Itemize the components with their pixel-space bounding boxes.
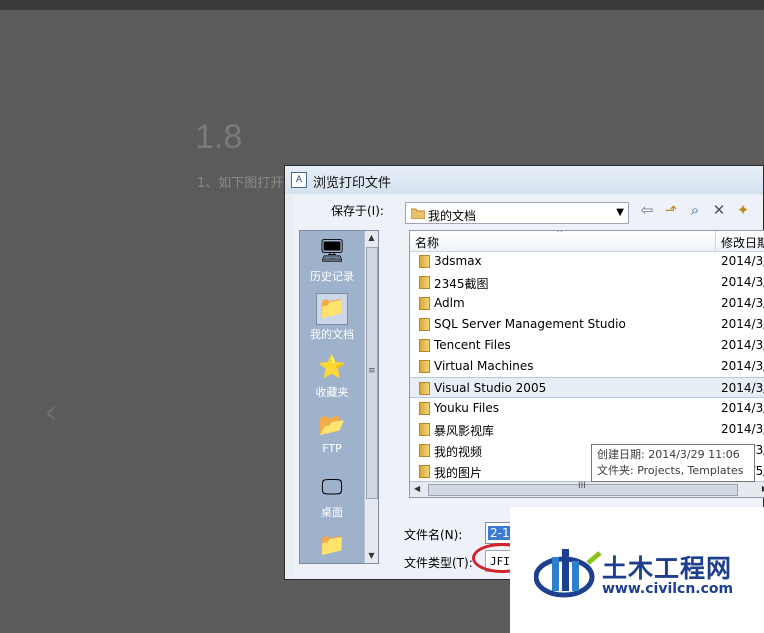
scroll-up-icon[interactable]: ▲ bbox=[365, 231, 378, 245]
place-favorites[interactable]: ⭐ 收藏夹 bbox=[300, 353, 364, 400]
folder-icon bbox=[419, 444, 430, 457]
place-label: FTP bbox=[322, 442, 342, 455]
file-date: 2014/3/3 bbox=[721, 275, 764, 289]
folder-icon bbox=[419, 276, 430, 289]
file-row[interactable]: Visual Studio 2005 2014/3/2 bbox=[410, 377, 764, 398]
place-my-documents[interactable]: 📁 我的文档 bbox=[300, 293, 364, 342]
folder-icon bbox=[419, 360, 430, 373]
new-folder-icon[interactable]: ✦ bbox=[733, 200, 753, 220]
file-date: 2014/3/2 bbox=[721, 381, 764, 395]
dialog-titlebar[interactable]: A 浏览打印文件 bbox=[285, 166, 763, 194]
scrollbar-grip: ≡ bbox=[368, 366, 376, 376]
file-date: 2014/3/2 bbox=[721, 317, 764, 331]
file-row[interactable]: Adlm 2014/3/2 bbox=[410, 293, 764, 314]
sort-caret-icon: ^ bbox=[556, 230, 564, 239]
file-list-header: 名称 ^ 修改日期 bbox=[410, 231, 764, 252]
column-date[interactable]: 修改日期 bbox=[721, 234, 764, 251]
file-name: Virtual Machines bbox=[434, 359, 534, 373]
file-name: 暴风影视库 bbox=[434, 424, 495, 438]
folder-tooltip: 创建日期: 2014/3/29 11:06 文件夹: Projects, Tem… bbox=[591, 444, 755, 482]
hscrollbar-grip: III bbox=[578, 481, 586, 491]
buzzsaw-icon: 📁 bbox=[318, 533, 346, 558]
file-date: 2014/3/2 bbox=[721, 254, 764, 268]
file-row[interactable]: 暴风影视库 2014/3/2 bbox=[410, 419, 764, 440]
file-name: 3dsmax bbox=[434, 254, 482, 268]
file-date: 2014/3/3 bbox=[721, 338, 764, 352]
place-label: 我的文档 bbox=[310, 328, 354, 341]
background-heading: 1.8 bbox=[195, 118, 243, 156]
civilcn-logo-icon bbox=[534, 549, 602, 598]
folder-icon bbox=[419, 339, 430, 352]
file-date: 2014/3/2 bbox=[721, 422, 764, 436]
dialog-title: 浏览打印文件 bbox=[313, 176, 392, 191]
file-date: 2014/3/2 bbox=[721, 401, 764, 415]
my-documents-icon: 📁 bbox=[316, 293, 348, 325]
file-row[interactable]: SQL Server Management Studio 2014/3/2 bbox=[410, 314, 764, 335]
scroll-down-icon[interactable]: ▼ bbox=[365, 549, 378, 563]
folder-icon bbox=[419, 423, 430, 436]
tooltip-line-folder: 文件夹: Projects, Templates bbox=[597, 464, 744, 477]
folder-icon bbox=[419, 255, 430, 268]
places-bar: 🖥 历史记录 📁 我的文档 ⭐ 收藏夹 📂 FTP 🖵 桌面 📁 ▲ ≡ ▼ bbox=[299, 230, 379, 564]
folder-icon bbox=[419, 465, 430, 478]
file-row[interactable]: Virtual Machines 2014/3/2 bbox=[410, 356, 764, 377]
file-name: Visual Studio 2005 bbox=[434, 381, 547, 395]
file-name: 我的图片 bbox=[434, 466, 483, 480]
search-icon[interactable]: ⌕ bbox=[685, 200, 705, 220]
places-scrollbar[interactable]: ▲ ≡ ▼ bbox=[364, 231, 378, 563]
filetype-label: 文件类型(T): bbox=[404, 556, 473, 570]
watermark-url: www.civilcn.com bbox=[602, 581, 734, 597]
file-row[interactable]: Tencent Files 2014/3/3 bbox=[410, 335, 764, 356]
ftp-icon: 📂 bbox=[318, 413, 346, 438]
column-name[interactable]: 名称 bbox=[415, 234, 439, 251]
place-history[interactable]: 🖥 历史记录 bbox=[300, 237, 364, 284]
file-date: 2014/3/2 bbox=[721, 296, 764, 310]
save-in-value: 我的文档 bbox=[428, 209, 477, 223]
folder-icon bbox=[419, 318, 430, 331]
folder-icon bbox=[419, 297, 430, 310]
desktop-icon: 🖵 bbox=[321, 475, 343, 500]
file-name: 我的视频 bbox=[434, 445, 483, 459]
folder-icon bbox=[410, 207, 426, 222]
file-row[interactable]: Youku Files 2014/3/2 bbox=[410, 398, 764, 419]
delete-icon[interactable]: ✕ bbox=[709, 200, 729, 220]
filename-label: 文件名(N): bbox=[404, 528, 463, 542]
folder-icon bbox=[419, 382, 430, 395]
previous-arrow-icon[interactable]: ‹ bbox=[44, 392, 58, 432]
favorites-icon: ⭐ bbox=[318, 355, 346, 380]
file-name: Tencent Files bbox=[434, 338, 511, 352]
top-bar bbox=[0, 0, 764, 10]
watermark-logo: 土木工程网 www.civilcn.com bbox=[510, 507, 764, 633]
file-row[interactable]: 3dsmax 2014/3/2 bbox=[410, 251, 764, 272]
place-label: 历史记录 bbox=[310, 270, 354, 283]
file-name: Youku Files bbox=[434, 401, 500, 415]
file-name: 2345截图 bbox=[434, 277, 489, 291]
folder-icon bbox=[419, 402, 430, 415]
scroll-left-icon[interactable]: ◀ bbox=[414, 482, 420, 496]
place-label: 桌面 bbox=[321, 506, 343, 519]
place-label: 收藏夹 bbox=[315, 386, 349, 399]
tooltip-line-created: 创建日期: 2014/3/29 11:06 bbox=[597, 448, 740, 461]
place-buzzsaw[interactable]: 📁 bbox=[300, 531, 364, 561]
place-desktop[interactable]: 🖵 桌面 bbox=[300, 473, 364, 520]
background-step-text: 1、如下图打开 bbox=[197, 176, 284, 191]
app-icon: A bbox=[291, 172, 307, 188]
file-date: 2014/3/2 bbox=[721, 359, 764, 373]
save-in-label: 保存于(I): bbox=[331, 204, 384, 218]
file-name: SQL Server Management Studio bbox=[434, 317, 626, 331]
file-list-hscrollbar[interactable]: ◀ III ▶ bbox=[410, 481, 764, 497]
chevron-down-icon[interactable]: ▼ bbox=[616, 207, 624, 218]
up-folder-icon[interactable]: ⬏ bbox=[661, 200, 681, 220]
save-in-dropdown[interactable]: 我的文档 ▼ bbox=[405, 202, 629, 224]
file-name: Adlm bbox=[434, 296, 465, 310]
history-icon: 🖥 bbox=[318, 239, 346, 264]
place-ftp[interactable]: 📂 FTP bbox=[300, 411, 364, 455]
file-row[interactable]: 2345截图 2014/3/3 bbox=[410, 272, 764, 293]
column-separator[interactable] bbox=[715, 231, 716, 251]
back-icon[interactable]: ⇦ bbox=[637, 200, 657, 220]
watermark-title: 土木工程网 bbox=[602, 554, 733, 583]
